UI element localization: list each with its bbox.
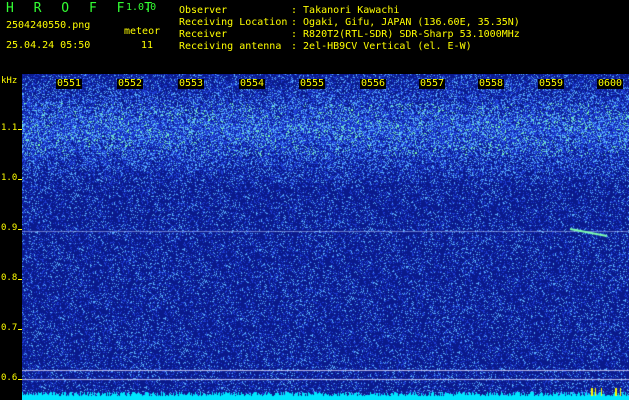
antenna-value: : 2el-HB9CV Vertical (el. E-W): [291, 41, 472, 52]
antenna-label: Receiving antenna: [179, 41, 282, 52]
x-tick-label: 0551: [56, 78, 83, 89]
x-tick-label: 0556: [360, 78, 387, 89]
location-label: Receiving Location: [179, 17, 288, 28]
x-tick-label: 0552: [117, 78, 144, 89]
location-value: : Ogaki, Gifu, JAPAN (136.60E, 35.35N): [291, 17, 520, 28]
receiver-value: : R820T2(RTL-SDR) SDR-Sharp 53.1000MHz: [291, 29, 520, 40]
y-tick-label: 0.7: [1, 323, 18, 333]
y-tick-label: 1.1: [1, 123, 18, 133]
receiver-label: Receiver: [179, 29, 228, 40]
y-tick-label: 0.9: [1, 223, 18, 233]
observer-label: Observer: [179, 5, 228, 16]
observer-value: : Takanori Kawachi: [291, 5, 400, 16]
header-panel: H R O F F T 1.0.0 2504240550.png 25.04.2…: [0, 0, 629, 74]
spectrogram-canvas[interactable]: [22, 74, 629, 400]
meteor-count: 11: [141, 40, 154, 51]
x-tick-label: 0555: [299, 78, 326, 89]
file-name: 2504240550.png: [6, 20, 91, 31]
meteor-label: meteor: [124, 26, 161, 37]
x-tick-label: 0553: [178, 78, 205, 89]
x-tick-label: 0554: [239, 78, 266, 89]
date-time: 25.04.24 05:50: [6, 40, 91, 51]
x-tick-label: 0559: [538, 78, 565, 89]
y-tick-label: 1.0: [1, 173, 18, 183]
y-tick-label: 0.6: [1, 373, 18, 383]
x-tick-label: 0558: [478, 78, 505, 89]
x-tick-label: 0600: [597, 78, 624, 89]
y-tick-label: 0.8: [1, 273, 18, 283]
x-tick-label: 0557: [419, 78, 446, 89]
y-axis-unit: kHz: [1, 76, 18, 86]
app-version: 1.0.0: [126, 2, 157, 13]
